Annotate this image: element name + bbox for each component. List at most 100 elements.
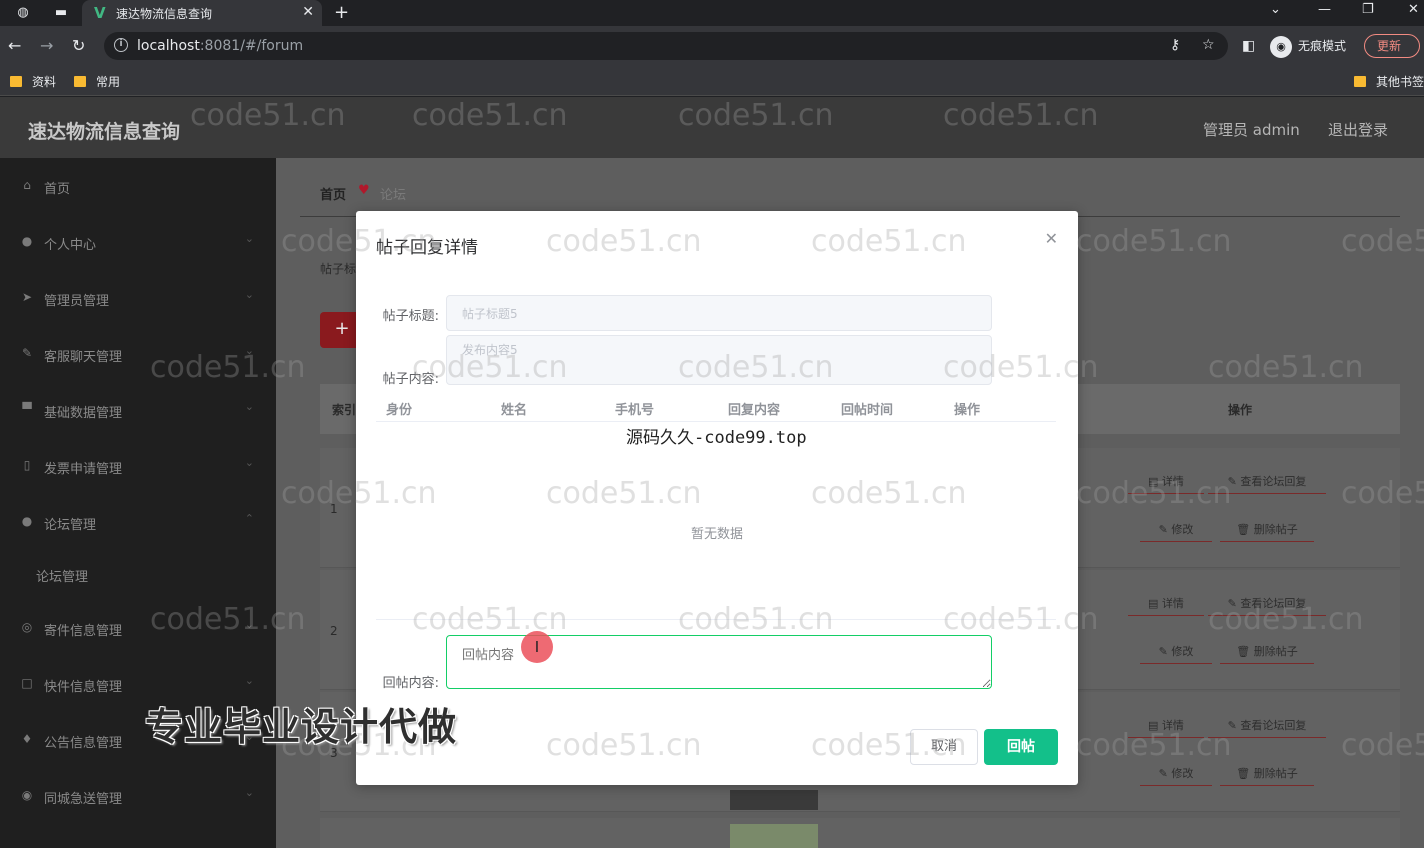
detail-button[interactable]: ▤ 详情	[1128, 716, 1204, 738]
browser-tab-bar: ◍ ▬ V 速达物流信息查询 ✕ + ⌄ — ❐ ✕	[0, 0, 1424, 26]
update-button[interactable]: 更新	[1364, 34, 1420, 58]
url-text: localhost:8081/#/forum	[137, 38, 304, 54]
user-icon: ●	[21, 514, 33, 528]
heart-icon: ♥	[358, 183, 370, 198]
incognito-indicator[interactable]: ◉ 无痕模式	[1270, 33, 1346, 59]
chevron-down-icon: ⌄	[244, 674, 254, 687]
sidepanel-icon[interactable]: ◧	[1242, 36, 1255, 56]
col-name: 姓名	[501, 403, 528, 418]
monitor-icon: ▀	[22, 402, 32, 416]
bookmark-folder-1[interactable]: 资料	[10, 73, 56, 90]
delete-button[interactable]: 🗑 删除帖子	[1220, 520, 1314, 542]
chevron-down-icon: ⌄	[244, 618, 254, 631]
chevron-down-icon: ⌄	[244, 344, 254, 357]
view-replies-button[interactable]: ✎ 查看论坛回复	[1208, 594, 1326, 616]
doc-icon: ▤	[1148, 597, 1162, 610]
row-index: 2	[330, 624, 338, 638]
folder-icon	[74, 76, 86, 87]
logout-link[interactable]: 退出登录	[1328, 119, 1388, 140]
edit-button[interactable]: ✎ 修改	[1140, 520, 1212, 542]
chevron-down-icon: ⌄	[244, 288, 254, 301]
delete-button[interactable]: 🗑 删除帖子	[1220, 764, 1314, 786]
delete-button[interactable]: 🗑 删除帖子	[1220, 642, 1314, 664]
col-reply-time: 回帖时间	[841, 403, 894, 418]
incognito-icon: ◉	[1270, 35, 1292, 58]
home-icon: ⌂	[23, 178, 31, 192]
edit-icon: ✎	[1158, 767, 1172, 780]
pin-icon: ♦	[21, 732, 33, 746]
empty-state: 暂无数据	[690, 527, 743, 542]
send-icon: ➤	[21, 290, 33, 304]
key-icon[interactable]: ⚷	[1170, 37, 1180, 53]
chevron-up-icon: ⌃	[244, 512, 254, 525]
col-reply-content: 回复内容	[728, 403, 781, 418]
sidebar-item-invoice[interactable]: ▯ 发票申请管理 ⌄	[0, 438, 276, 494]
post-content-field: 发布内容5	[446, 335, 992, 385]
doc-icon: ▤	[1148, 475, 1162, 488]
chevron-down-icon: ⌄	[244, 232, 254, 245]
post-title-field: 帖子标题5	[446, 295, 992, 331]
col-phone: 手机号	[615, 403, 655, 418]
sidebar-item-home[interactable]: ⌂ 首页	[0, 158, 276, 214]
mic-icon: ▯	[23, 458, 31, 472]
sidebar-item-admin[interactable]: ➤ 管理员管理 ⌄	[0, 270, 276, 326]
tab-search-icon[interactable]: ⌄	[1270, 2, 1281, 17]
cancel-button[interactable]: 取消	[910, 729, 978, 765]
col-action: 操作	[1228, 403, 1253, 417]
edit-icon: ✎	[1158, 645, 1172, 658]
reload-icon[interactable]: ↻	[72, 36, 85, 56]
divider	[376, 421, 1056, 422]
square-icon: □	[21, 676, 33, 690]
detail-button[interactable]: ▤ 详情	[1128, 472, 1204, 494]
app-header: 速达物流信息查询 管理员 admin 退出登录	[0, 97, 1424, 158]
edit-icon: ✎	[1227, 719, 1241, 732]
url-input[interactable]: i localhost:8081/#/forum ⚷ ☆	[104, 32, 1228, 60]
sidebar-item-city-delivery[interactable]: ◉ 同城急送管理 ⌄	[0, 768, 276, 824]
target-icon: ◉	[21, 788, 33, 802]
chevron-down-icon: ⌄	[244, 400, 254, 413]
breadcrumb-home[interactable]: 首页	[320, 184, 346, 203]
doc-icon: ▤	[1148, 719, 1162, 732]
star-icon[interactable]: ☆	[1202, 37, 1215, 53]
view-replies-button[interactable]: ✎ 查看论坛回复	[1208, 716, 1326, 738]
text-cursor-icon: I	[521, 631, 553, 663]
site-info-icon[interactable]: i	[114, 38, 128, 52]
sidebar-item-profile[interactable]: ● 个人中心 ⌄	[0, 214, 276, 270]
post-content-label: 帖子内容:	[382, 372, 439, 387]
user-label: 管理员 admin	[1203, 121, 1300, 139]
sidebar-item-basic-data[interactable]: ▀ 基础数据管理 ⌄	[0, 382, 276, 438]
breadcrumb-current: 论坛	[380, 188, 407, 203]
forward-icon[interactable]: →	[40, 36, 53, 56]
close-tab-icon[interactable]: ✕	[302, 4, 314, 20]
app-title: 速达物流信息查询	[28, 121, 181, 143]
window-icon[interactable]: ▬	[52, 4, 70, 22]
folder-icon	[1354, 76, 1366, 87]
edit-button[interactable]: ✎ 修改	[1140, 764, 1212, 786]
browser-tab[interactable]: V 速达物流信息查询 ✕	[82, 0, 322, 26]
tab-title: 速达物流信息查询	[116, 7, 213, 21]
close-window-icon[interactable]: ✕	[1408, 2, 1419, 17]
minimize-icon[interactable]: —	[1318, 2, 1331, 17]
row-index: 1	[330, 502, 338, 516]
divider	[376, 619, 1056, 620]
circle-icon: ◎	[21, 620, 33, 634]
bookmark-folder-2[interactable]: 常用	[74, 73, 120, 90]
sidebar-item-forum[interactable]: ● 论坛管理 ⌃	[0, 494, 276, 550]
other-bookmarks[interactable]: 其他书签	[1354, 73, 1424, 90]
back-icon[interactable]: ←	[8, 36, 21, 56]
sidebar-item-send-info[interactable]: ◎ 寄件信息管理 ⌄	[0, 600, 276, 656]
detail-button[interactable]: ▤ 详情	[1128, 594, 1204, 616]
globe-icon[interactable]: ◍	[14, 4, 32, 22]
reply-submit-button[interactable]: 回帖	[984, 729, 1058, 765]
sidebar-subitem-forum[interactable]: 论坛管理	[0, 550, 276, 600]
view-replies-button[interactable]: ✎ 查看论坛回复	[1208, 472, 1326, 494]
sidebar-item-chat[interactable]: ✎ 客服聊天管理 ⌄	[0, 326, 276, 382]
new-tab-button[interactable]: +	[334, 2, 349, 23]
col-index: 索引	[332, 403, 357, 417]
trash-icon: 🗑	[1236, 523, 1254, 536]
edit-button[interactable]: ✎ 修改	[1140, 642, 1212, 664]
restore-icon[interactable]: ❐	[1362, 2, 1374, 17]
edit-icon: ✎	[1158, 523, 1172, 536]
close-icon[interactable]: ✕	[1045, 229, 1058, 248]
table-row	[320, 818, 1400, 848]
